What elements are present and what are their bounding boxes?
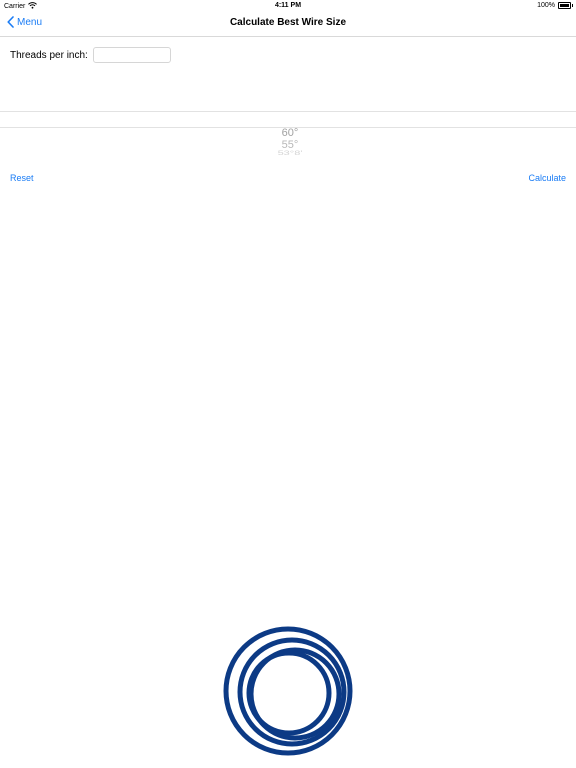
battery-icon xyxy=(558,2,573,9)
reset-button[interactable]: Reset xyxy=(10,173,34,183)
navigation-bar: Menu Calculate Best Wire Size xyxy=(0,12,576,37)
calculate-button[interactable]: Calculate xyxy=(528,173,566,183)
picker-top-divider xyxy=(0,111,576,112)
battery-group: 100% xyxy=(537,2,573,9)
status-bar: Carrier 4:11 PM 100% xyxy=(0,0,576,12)
picker-option[interactable]: 60° xyxy=(240,127,340,139)
threads-per-inch-label: Threads per inch: xyxy=(10,49,88,61)
picker-option[interactable]: 53°8' xyxy=(240,150,340,157)
status-time: 4:11 PM xyxy=(274,2,302,9)
threads-per-inch-row: Threads per inch: xyxy=(10,47,171,63)
battery-percent: 100% xyxy=(537,2,555,9)
threads-per-inch-input[interactable] xyxy=(92,47,171,63)
page-title: Calculate Best Wire Size xyxy=(229,17,347,28)
concentric-rings-logo-icon xyxy=(221,624,355,763)
thread-angle-picker[interactable]: 60° 55° 53°8' xyxy=(240,124,340,158)
